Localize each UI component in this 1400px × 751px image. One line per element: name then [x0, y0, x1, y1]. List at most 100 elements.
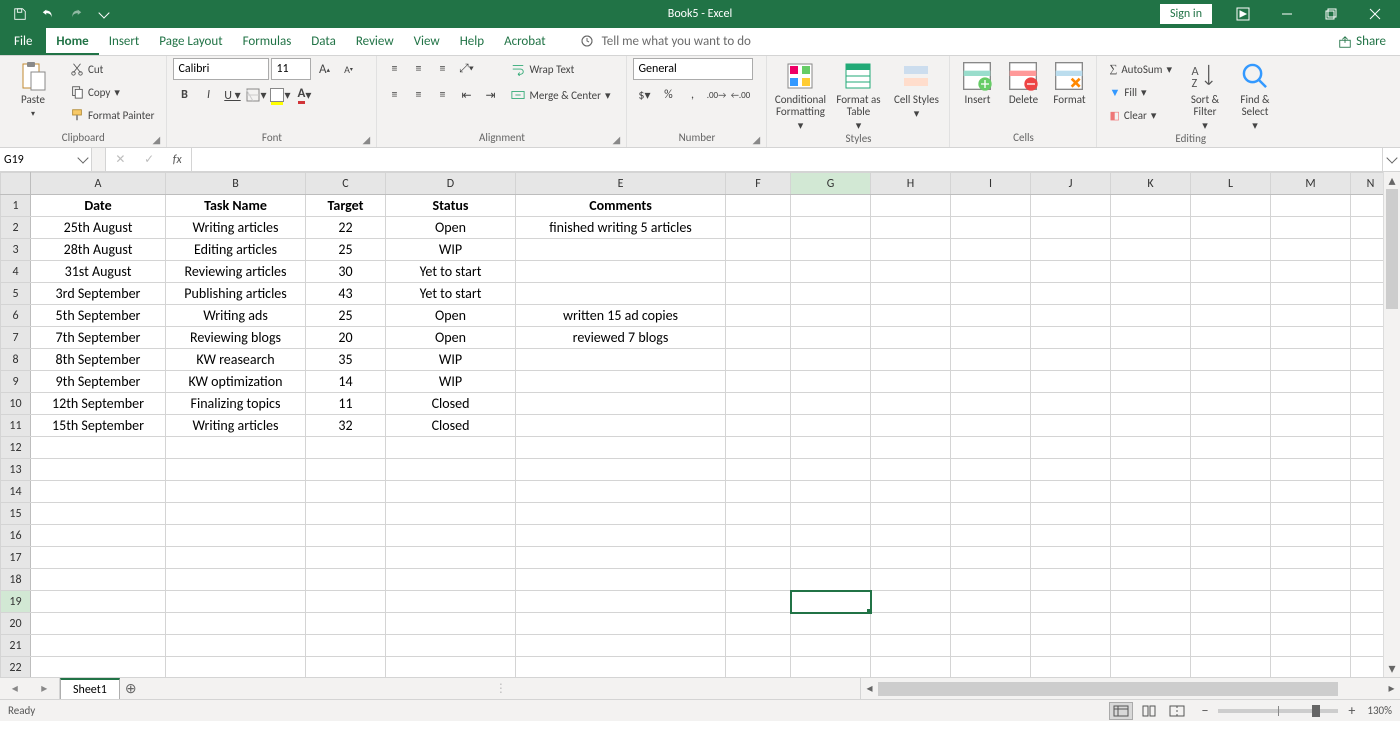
- cell-F17[interactable]: [726, 547, 791, 569]
- cell-styles-button[interactable]: Cell Styles▾: [889, 58, 943, 120]
- cell-B14[interactable]: [166, 481, 306, 503]
- cell-L1[interactable]: [1191, 195, 1271, 217]
- insert-function-icon[interactable]: fx: [173, 153, 182, 167]
- col-header-G[interactable]: G: [791, 173, 871, 195]
- cell-F5[interactable]: [726, 283, 791, 305]
- cell-G18[interactable]: [791, 569, 871, 591]
- row-header-11[interactable]: 11: [1, 415, 31, 437]
- col-header-I[interactable]: I: [951, 173, 1031, 195]
- cell-M16[interactable]: [1271, 525, 1351, 547]
- cell-E22[interactable]: [516, 657, 726, 678]
- cell-L16[interactable]: [1191, 525, 1271, 547]
- cell-D17[interactable]: [386, 547, 516, 569]
- cell-A19[interactable]: [31, 591, 166, 613]
- cell-M19[interactable]: [1271, 591, 1351, 613]
- cell-B3[interactable]: Editing articles: [166, 239, 306, 261]
- cell-C8[interactable]: 35: [306, 349, 386, 371]
- cell-K2[interactable]: [1111, 217, 1191, 239]
- zoom-slider[interactable]: [1218, 709, 1338, 713]
- cell-C6[interactable]: 25: [306, 305, 386, 327]
- col-header-C[interactable]: C: [306, 173, 386, 195]
- cell-M17[interactable]: [1271, 547, 1351, 569]
- cell-A11[interactable]: 15th September: [31, 415, 166, 437]
- cell-C9[interactable]: 14: [306, 371, 386, 393]
- cell-C10[interactable]: 11: [306, 393, 386, 415]
- cell-B16[interactable]: [166, 525, 306, 547]
- tab-acrobat[interactable]: Acrobat: [494, 28, 556, 55]
- maximize-icon[interactable]: [1310, 0, 1352, 28]
- cell-A14[interactable]: [31, 481, 166, 503]
- sheet-nav[interactable]: ◂▸: [0, 678, 60, 699]
- row-header-12[interactable]: 12: [1, 437, 31, 459]
- cell-D1[interactable]: Status: [386, 195, 516, 217]
- cell-I9[interactable]: [951, 371, 1031, 393]
- cell-B15[interactable]: [166, 503, 306, 525]
- cell-M10[interactable]: [1271, 393, 1351, 415]
- cell-K15[interactable]: [1111, 503, 1191, 525]
- cell-J16[interactable]: [1031, 525, 1111, 547]
- cell-L22[interactable]: [1191, 657, 1271, 678]
- scroll-right-icon[interactable]: ▸: [1383, 681, 1400, 696]
- cell-H18[interactable]: [871, 569, 951, 591]
- cell-H21[interactable]: [871, 635, 951, 657]
- alignment-launcher-icon[interactable]: ◢: [612, 133, 624, 145]
- align-left-icon[interactable]: ≡: [383, 84, 405, 106]
- sort-filter-button[interactable]: AZSort & Filter▾: [1182, 58, 1228, 132]
- cell-M7[interactable]: [1271, 327, 1351, 349]
- row-header-6[interactable]: 6: [1, 305, 31, 327]
- cell-A22[interactable]: [31, 657, 166, 678]
- paste-button[interactable]: Paste▾: [6, 58, 60, 120]
- cell-C16[interactable]: [306, 525, 386, 547]
- cell-J19[interactable]: [1031, 591, 1111, 613]
- row-header-2[interactable]: 2: [1, 217, 31, 239]
- cell-G17[interactable]: [791, 547, 871, 569]
- border-button[interactable]: ▾: [245, 84, 267, 106]
- sheet-next-icon[interactable]: ▸: [41, 681, 47, 696]
- cell-I11[interactable]: [951, 415, 1031, 437]
- format-painter-button[interactable]: Format Painter: [64, 104, 160, 126]
- align-right-icon[interactable]: ≡: [431, 84, 453, 106]
- cell-H15[interactable]: [871, 503, 951, 525]
- cell-G11[interactable]: [791, 415, 871, 437]
- cell-K20[interactable]: [1111, 613, 1191, 635]
- cell-A3[interactable]: 28th August: [31, 239, 166, 261]
- cell-J8[interactable]: [1031, 349, 1111, 371]
- row-header-8[interactable]: 8: [1, 349, 31, 371]
- cell-F1[interactable]: [726, 195, 791, 217]
- cell-E15[interactable]: [516, 503, 726, 525]
- font-launcher-icon[interactable]: ◢: [362, 133, 374, 145]
- italic-button[interactable]: I: [197, 84, 219, 106]
- cell-F2[interactable]: [726, 217, 791, 239]
- cell-D5[interactable]: Yet to start: [386, 283, 516, 305]
- cell-M1[interactable]: [1271, 195, 1351, 217]
- cell-B8[interactable]: KW reasearch: [166, 349, 306, 371]
- formula-bar-splitter[interactable]: [92, 148, 106, 171]
- col-header-A[interactable]: A: [31, 173, 166, 195]
- cell-F20[interactable]: [726, 613, 791, 635]
- row-header-7[interactable]: 7: [1, 327, 31, 349]
- cell-I4[interactable]: [951, 261, 1031, 283]
- insert-cells-button[interactable]: Insert: [956, 58, 998, 106]
- tab-page-layout[interactable]: Page Layout: [149, 28, 232, 55]
- zoom-level[interactable]: 130%: [1367, 704, 1392, 717]
- align-center-icon[interactable]: ≡: [407, 84, 429, 106]
- cell-F22[interactable]: [726, 657, 791, 678]
- cell-B7[interactable]: Reviewing blogs: [166, 327, 306, 349]
- cell-F11[interactable]: [726, 415, 791, 437]
- cell-J22[interactable]: [1031, 657, 1111, 678]
- cell-H9[interactable]: [871, 371, 951, 393]
- cell-D10[interactable]: Closed: [386, 393, 516, 415]
- cell-E6[interactable]: written 15 ad copies: [516, 305, 726, 327]
- cell-L7[interactable]: [1191, 327, 1271, 349]
- page-layout-view-icon[interactable]: [1137, 702, 1161, 720]
- cell-I3[interactable]: [951, 239, 1031, 261]
- cell-K3[interactable]: [1111, 239, 1191, 261]
- cell-K1[interactable]: [1111, 195, 1191, 217]
- cell-J15[interactable]: [1031, 503, 1111, 525]
- cell-G12[interactable]: [791, 437, 871, 459]
- cell-L18[interactable]: [1191, 569, 1271, 591]
- row-header-3[interactable]: 3: [1, 239, 31, 261]
- cell-G2[interactable]: [791, 217, 871, 239]
- cell-A8[interactable]: 8th September: [31, 349, 166, 371]
- cell-J21[interactable]: [1031, 635, 1111, 657]
